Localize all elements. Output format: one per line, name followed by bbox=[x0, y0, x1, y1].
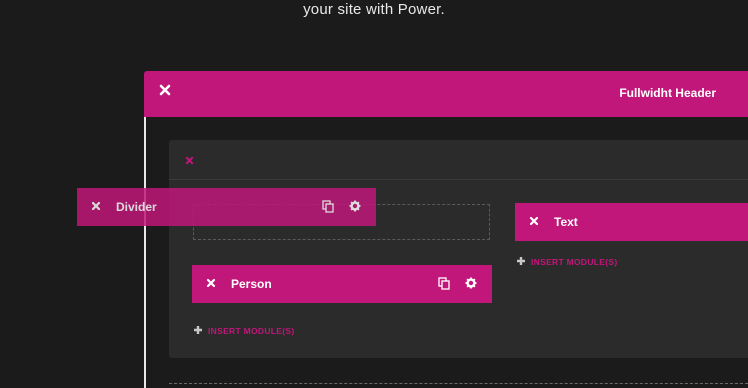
close-icon[interactable] bbox=[91, 201, 101, 211]
section-header[interactable]: Fullwidht Header bbox=[144, 71, 748, 117]
close-icon[interactable] bbox=[159, 84, 171, 96]
close-icon[interactable] bbox=[185, 156, 194, 165]
module-label: Person bbox=[231, 277, 272, 291]
copy-icon[interactable] bbox=[322, 200, 334, 213]
module-label: Divider bbox=[116, 200, 157, 214]
module-divider-dragging[interactable]: Divider bbox=[77, 188, 376, 226]
section-left-border bbox=[144, 117, 146, 388]
next-row-placeholder bbox=[169, 383, 748, 384]
intro-text: your site with Power. bbox=[303, 1, 445, 18]
module-person[interactable]: Person bbox=[192, 265, 492, 303]
gear-icon[interactable] bbox=[349, 200, 361, 212]
close-icon[interactable] bbox=[206, 278, 216, 288]
module-label: Text bbox=[554, 215, 578, 229]
insert-module-label: INSERT MODULE(S) bbox=[208, 326, 295, 336]
copy-icon[interactable] bbox=[438, 277, 450, 290]
plus-icon bbox=[516, 256, 526, 266]
close-icon[interactable] bbox=[529, 216, 539, 226]
section-title: Fullwidht Header bbox=[619, 86, 716, 100]
row-divider-line bbox=[169, 179, 748, 180]
gear-icon[interactable] bbox=[465, 277, 477, 289]
insert-module-label: INSERT MODULE(S) bbox=[531, 257, 618, 267]
module-text[interactable]: Text bbox=[515, 203, 748, 241]
plus-icon bbox=[193, 325, 203, 335]
